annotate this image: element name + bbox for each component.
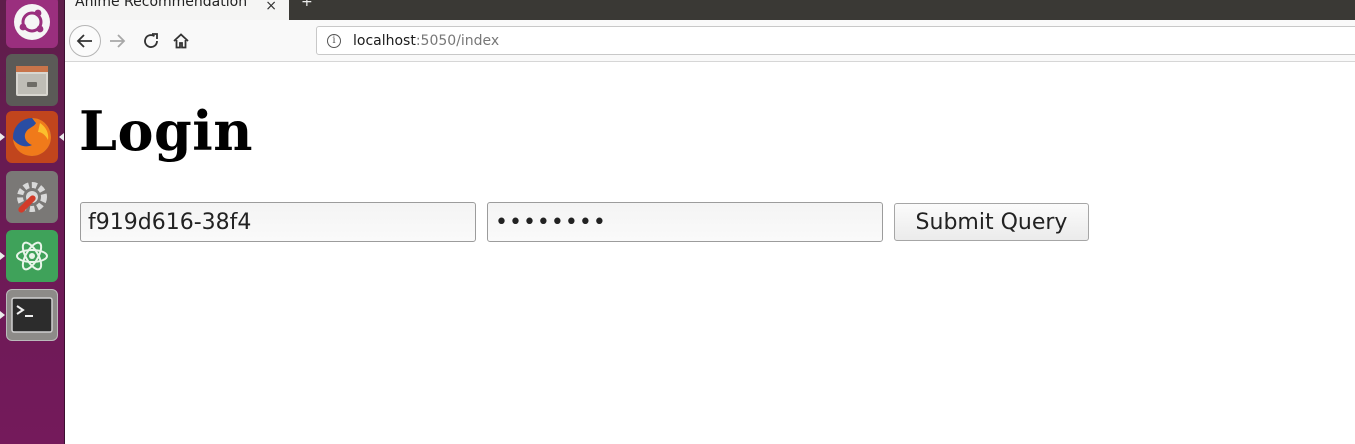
url-bar[interactable]: i localhost:5050/index — [316, 26, 1355, 55]
atom-editor-icon[interactable] — [6, 230, 58, 282]
home-icon — [173, 33, 189, 49]
url-host: localhost — [353, 32, 416, 49]
tab-title: Anime Recommendation — [75, 0, 248, 10]
running-indicator — [0, 311, 5, 319]
ubuntu-logo-icon[interactable] — [6, 0, 58, 48]
navigation-toolbar: i localhost:5050/index — [65, 20, 1355, 62]
submit-query-button[interactable]: Submit Query — [894, 203, 1089, 241]
username-input[interactable] — [80, 202, 476, 242]
tab-anime-recommendation[interactable]: Anime Recommendation × — [65, 0, 289, 20]
focused-indicator — [59, 133, 64, 141]
running-indicator — [0, 252, 5, 260]
url-text[interactable]: localhost:5050/index — [353, 33, 499, 49]
system-settings-icon[interactable] — [6, 171, 58, 223]
site-info-icon[interactable]: i — [327, 33, 341, 48]
reload-icon — [144, 33, 158, 48]
ubuntu-launcher — [0, 0, 65, 444]
tab-bar: Anime Recommendation × + — [65, 0, 1355, 20]
firefox-icon[interactable] — [6, 111, 58, 163]
reload-button[interactable] — [139, 29, 163, 53]
page-content: Login Submit Query — [65, 63, 1355, 444]
url-path: :5050/index — [415, 32, 500, 49]
file-manager-icon[interactable] — [6, 54, 58, 106]
new-tab-button[interactable]: + — [301, 0, 313, 10]
tab-close-icon[interactable]: × — [265, 0, 277, 14]
password-input[interactable] — [487, 202, 883, 242]
back-button[interactable] — [69, 25, 101, 57]
home-button[interactable] — [169, 29, 193, 53]
terminal-icon[interactable] — [6, 289, 58, 341]
forward-arrow-icon — [110, 34, 126, 48]
page-title: Login — [79, 99, 254, 163]
running-indicator — [0, 133, 5, 141]
forward-button[interactable] — [105, 29, 129, 53]
back-arrow-icon — [76, 34, 92, 48]
